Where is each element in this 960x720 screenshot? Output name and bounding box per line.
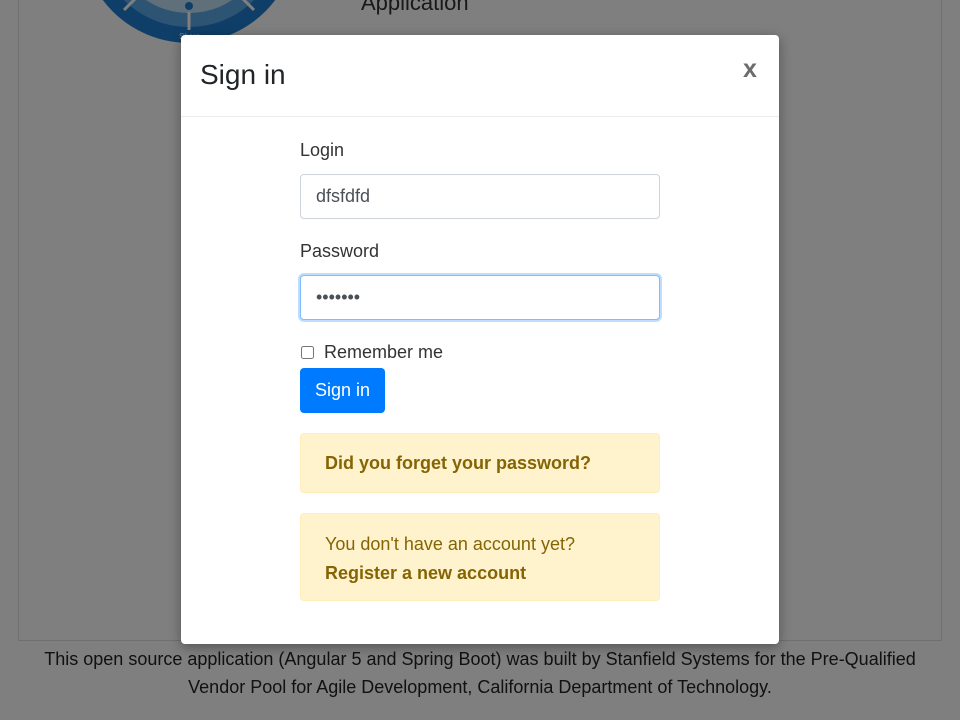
remember-me-label[interactable]: Remember me [324,342,443,363]
modal-header: Sign in x [181,35,779,117]
login-label: Login [300,140,345,160]
password-group: Password [300,241,660,320]
remember-me-checkbox[interactable] [301,345,314,359]
remember-me-row: Remember me [300,341,660,363]
login-group: Login [300,140,660,219]
login-input[interactable] [300,174,660,219]
forgot-password-alert: Did you forget your password? [300,433,660,493]
register-prompt: You don't have an account yet? [325,534,575,554]
sign-in-button[interactable]: Sign in [300,368,386,413]
modal-body: Login Password Remember me Sign in Did y… [300,140,660,601]
sign-in-modal: Sign in x Login Password Remember me Sig… [181,35,779,644]
modal-title: Sign in [200,59,286,90]
register-alert: You don't have an account yet? Register … [300,513,660,601]
password-label: Password [300,241,380,261]
close-button[interactable]: x [739,53,761,85]
register-link[interactable]: Register a new account [325,563,526,583]
password-input[interactable] [300,275,660,320]
forgot-password-link[interactable]: Did you forget your password? [325,453,591,474]
